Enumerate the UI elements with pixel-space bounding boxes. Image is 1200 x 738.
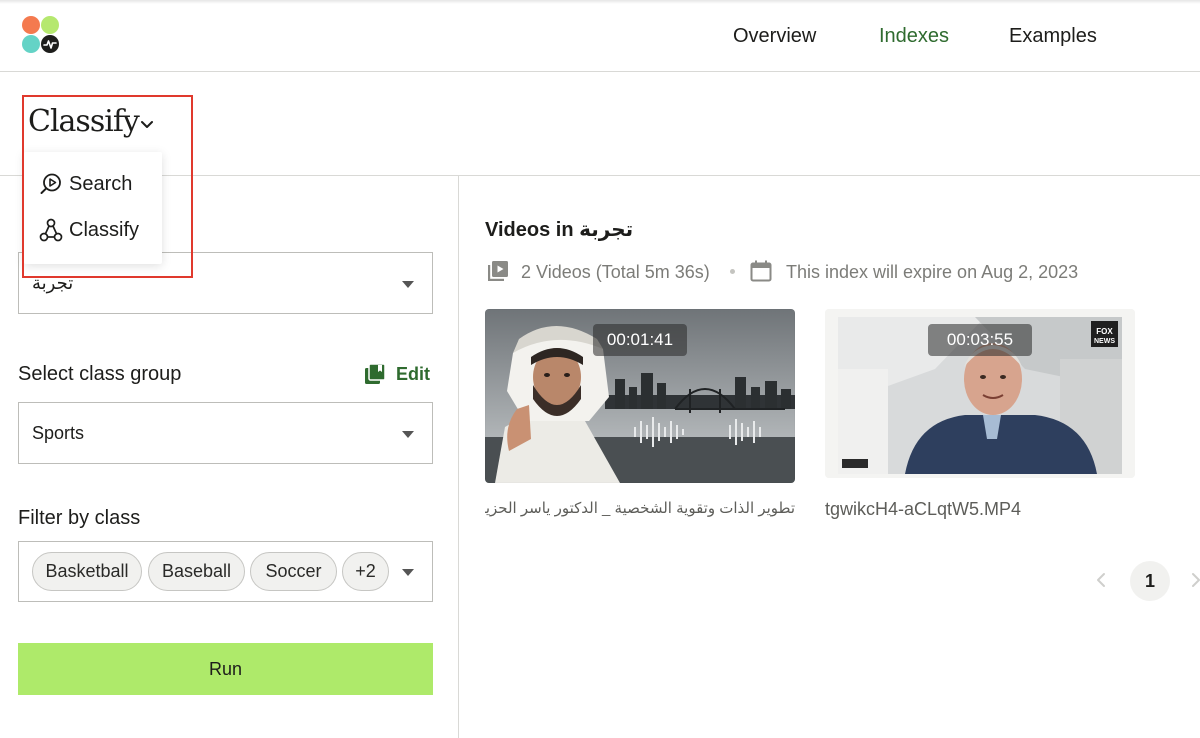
expiry-text: This index will expire on Aug 2, 2023 (786, 262, 1079, 282)
video-title[interactable]: تطوير الذات وتقوية الشخصية _ الدكتور ياس… (485, 498, 795, 520)
run-button[interactable]: Run (18, 643, 433, 695)
nav-indexes[interactable]: Indexes (879, 24, 949, 48)
chevron-down-icon[interactable] (139, 119, 155, 131)
class-filter-select[interactable]: Basketball Baseball Soccer +2 (18, 541, 433, 602)
video-thumbnail[interactable]: FOX NEWS 00:03:55 (825, 309, 1135, 478)
more-classes-chip[interactable]: +2 (342, 552, 389, 591)
video-count-text: 2 Videos (Total 5m 36s) (521, 262, 710, 282)
class-group-select[interactable]: Sports (18, 402, 433, 464)
menu-item-classify[interactable]: Classify (24, 207, 162, 253)
videos-panel: Videos in تجربة 2 Videos (Total 5m 36s) … (460, 176, 1200, 738)
video-title[interactable]: tgwikcH4-aCLqtW5.MP4 (825, 498, 1021, 520)
logo-wave-icon (43, 40, 57, 49)
caret-down-icon (402, 281, 414, 288)
app-logo[interactable] (22, 16, 62, 56)
index-select-value: تجربة (32, 273, 74, 293)
class-chip[interactable]: Basketball (32, 552, 142, 591)
caret-down-icon (402, 431, 414, 438)
page-title-row: Classify (0, 72, 1200, 176)
meta-separator (730, 269, 735, 274)
nav-examples[interactable]: Examples (1009, 24, 1097, 48)
class-group-value: Sports (32, 423, 85, 443)
filter-heading: Filter by class (18, 507, 141, 529)
class-chip[interactable]: Soccer (250, 552, 337, 591)
video-thumbnail[interactable]: 00:01:41 (485, 309, 795, 483)
caret-down-icon (402, 569, 414, 576)
videos-heading: Videos in تجربة (485, 218, 633, 242)
top-shadow (0, 0, 1200, 4)
video-library-icon (488, 261, 508, 281)
mode-dropdown-menu: Search Classify (24, 152, 162, 264)
edit-label: Edit (396, 364, 430, 384)
video-duration: 00:01:41 (593, 324, 687, 356)
videos-heading-index: تجربة (579, 219, 634, 241)
page-title-dropdown[interactable]: Classify (28, 102, 140, 142)
logo-dot-orange (22, 16, 40, 34)
pagination-prev-icon[interactable] (1093, 568, 1109, 592)
videos-heading-prefix: Videos in (485, 219, 580, 241)
calendar-icon (750, 260, 772, 282)
menu-item-search-label: Search (69, 173, 133, 195)
classify-nodes-icon (39, 218, 63, 242)
nav-overview[interactable]: Overview (733, 24, 816, 48)
edit-book-icon (365, 363, 386, 384)
class-chip[interactable]: Baseball (148, 552, 245, 591)
top-nav-bar: Overview Indexes Examples (0, 0, 1200, 72)
svg-text:NEWS: NEWS (1094, 338, 1115, 345)
class-group-heading: Select class group (18, 363, 182, 385)
logo-dot-lime (41, 16, 59, 34)
menu-item-classify-label: Classify (69, 219, 140, 241)
pagination-page-button[interactable]: 1 (1130, 561, 1170, 601)
svg-text:FOX: FOX (1096, 327, 1113, 336)
pagination-next-icon[interactable] (1190, 568, 1200, 592)
logo-dot-teal (22, 35, 40, 53)
video-duration: 00:03:55 (928, 324, 1032, 356)
menu-item-search[interactable]: Search (24, 161, 162, 207)
search-video-icon (40, 173, 61, 194)
